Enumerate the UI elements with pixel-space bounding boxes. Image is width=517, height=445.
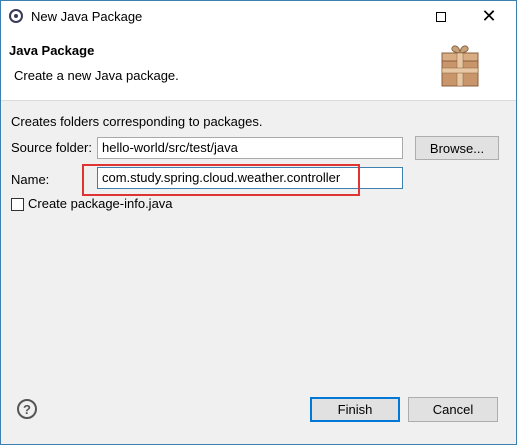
- maximize-button[interactable]: [426, 1, 456, 32]
- create-package-info-label[interactable]: Create package-info.java: [28, 196, 173, 211]
- package-gift-icon: [441, 45, 479, 87]
- close-icon: ✕: [481, 6, 497, 26]
- info-text: Creates folders corresponding to package…: [11, 114, 263, 129]
- name-label: Name:: [11, 172, 50, 187]
- wizard-banner: Java Package Create a new Java package.: [1, 32, 516, 101]
- close-button[interactable]: ✕: [474, 1, 504, 32]
- finish-button[interactable]: Finish: [310, 397, 400, 422]
- source-folder-input[interactable]: hello-world/src/test/java: [97, 137, 403, 159]
- new-java-package-dialog: New Java Package ✕ Java Package Create a…: [0, 0, 517, 445]
- eclipse-app-icon: [9, 9, 23, 23]
- create-package-info-checkbox[interactable]: [11, 198, 24, 211]
- browse-button[interactable]: Browse...: [415, 136, 499, 160]
- source-folder-label: Source folder:: [11, 140, 92, 155]
- window-title: New Java Package: [31, 9, 143, 24]
- help-icon[interactable]: ?: [17, 399, 37, 419]
- banner-description: Create a new Java package.: [14, 68, 179, 83]
- title-bar[interactable]: New Java Package ✕: [1, 1, 516, 32]
- name-highlight-box: [82, 164, 360, 196]
- cancel-button[interactable]: Cancel: [408, 397, 498, 422]
- wizard-content: Creates folders corresponding to package…: [1, 101, 516, 381]
- maximize-icon: [436, 11, 446, 22]
- banner-title: Java Package: [9, 43, 95, 58]
